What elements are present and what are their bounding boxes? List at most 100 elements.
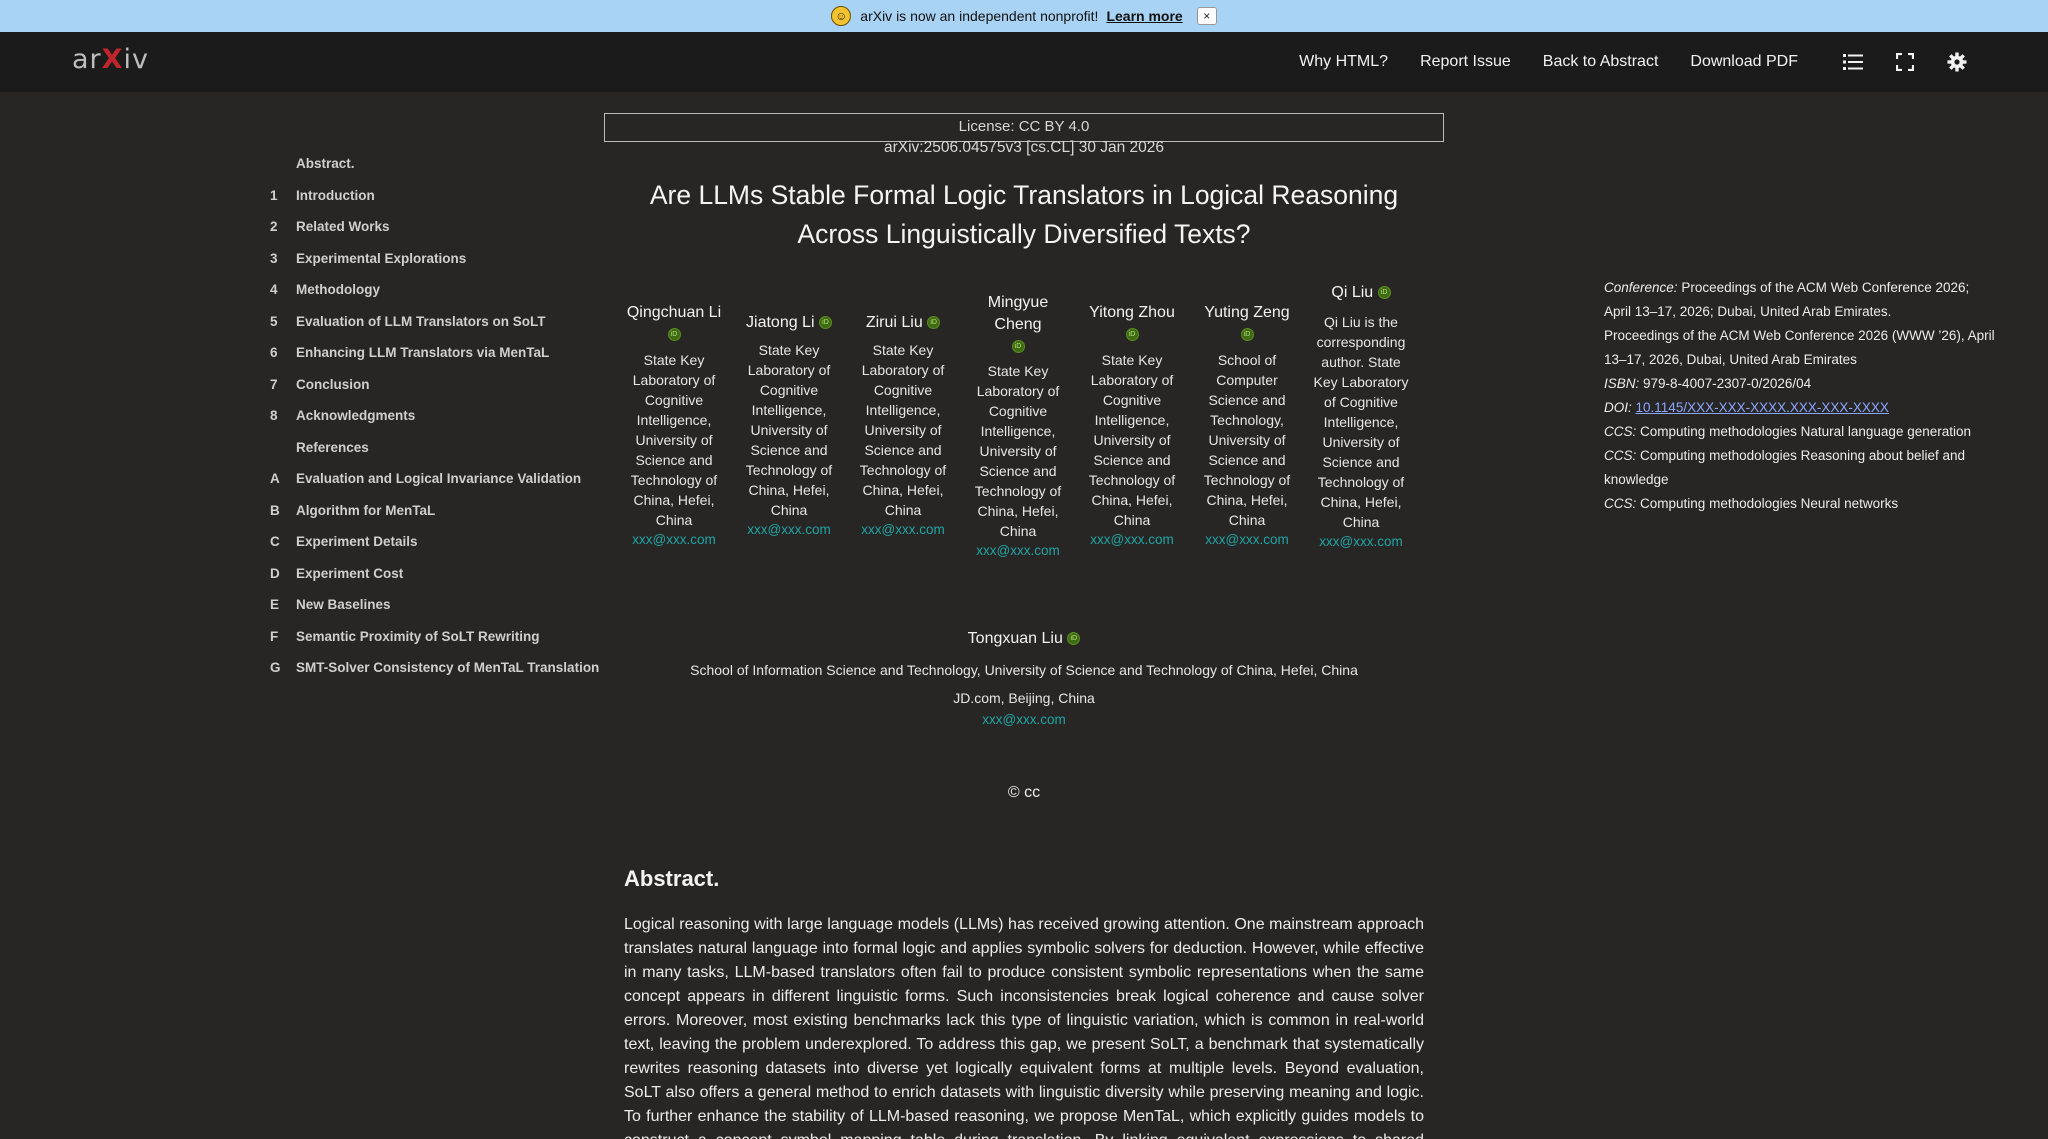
author-email[interactable]: xxx@xxx.com bbox=[1311, 532, 1411, 552]
toc-number: 5 bbox=[270, 313, 278, 329]
toc-item[interactable]: E New Baselines bbox=[270, 597, 600, 629]
toc-item[interactable]: Abstract. bbox=[270, 156, 600, 188]
orcid-icon[interactable]: iD bbox=[818, 316, 832, 330]
author-email[interactable]: xxx@xxx.com bbox=[853, 520, 953, 540]
abstract-heading: Abstract. bbox=[624, 866, 720, 891]
arxiv-logo[interactable]: arXiv bbox=[72, 44, 149, 80]
author-name: Qi Liu bbox=[1331, 284, 1374, 301]
author-card: Jiatong Li iD State Key Laboratory of Co… bbox=[739, 312, 839, 540]
toc-label: Algorithm for MenTaL bbox=[296, 502, 436, 518]
toc-item[interactable]: F Semantic Proximity of SoLT Rewriting bbox=[270, 629, 600, 661]
author-email[interactable]: xxx@xxx.com bbox=[739, 520, 839, 540]
author-affiliation: State Key Laboratory of Cognitive Intell… bbox=[630, 351, 718, 528]
copyright: © cc bbox=[1007, 784, 1041, 801]
orcid-icon[interactable]: iD bbox=[667, 328, 681, 342]
why-html-link[interactable]: Why HTML? bbox=[1299, 53, 1388, 71]
doi-link[interactable]: 10.1145/XXX-XXX-XXXX.XXX-XXX-XXXX bbox=[1636, 400, 1889, 415]
metadata-row: CCS: Computing methodologies Reasoning a… bbox=[1604, 444, 1998, 492]
toc-number: 8 bbox=[270, 408, 278, 423]
learn-more-link[interactable]: Learn more bbox=[1106, 8, 1182, 24]
author-card: Zirui Liu iD State Key Laboratory of Cog… bbox=[853, 312, 953, 540]
toc-number: 1 bbox=[270, 187, 278, 203]
toc-label: Experiment Cost bbox=[296, 565, 404, 581]
toc-number: 6 bbox=[270, 345, 278, 360]
toc-number: D bbox=[270, 565, 280, 581]
author-affiliation: School of Computer Science and Technolog… bbox=[1203, 351, 1291, 528]
author-email[interactable]: xxx@xxx.com bbox=[1197, 530, 1297, 550]
toc-number: A bbox=[270, 471, 280, 486]
author-card: Yitong Zhou iD State Key Laboratory of C… bbox=[1082, 302, 1182, 550]
site-header: arXiv Why HTML? Report Issue Back to Abs… bbox=[0, 32, 2048, 92]
orcid-icon[interactable]: iD bbox=[1240, 328, 1254, 342]
author-card: Qi Liu iD Qi Liu is the corresponding au… bbox=[1311, 282, 1411, 552]
toc-item[interactable]: 4 Methodology bbox=[270, 282, 600, 314]
metadata-key: DOI: bbox=[1604, 400, 1632, 415]
close-banner-button[interactable]: × bbox=[1196, 7, 1217, 25]
author-affiliation: State Key Laboratory of Cognitive Intell… bbox=[745, 341, 833, 518]
toc-item[interactable]: References bbox=[270, 440, 600, 472]
orcid-icon[interactable]: iD bbox=[1377, 286, 1391, 300]
orcid-icon[interactable]: iD bbox=[1125, 328, 1139, 342]
toc-item[interactable]: D Experiment Cost bbox=[270, 566, 600, 598]
author-name: Yuting Zeng bbox=[1204, 304, 1290, 321]
author-card: Yuting Zeng iD School of Computer Scienc… bbox=[1197, 302, 1297, 550]
metadata-row: DOI: 10.1145/XXX-XXX-XXXX.XXX-XXX-XXXX bbox=[1604, 396, 1998, 420]
author-affiliation: State Key Laboratory of Cognitive Intell… bbox=[974, 363, 1062, 539]
report-issue-link[interactable]: Report Issue bbox=[1420, 53, 1511, 71]
author-email[interactable]: xxx@xxx.com bbox=[640, 712, 1408, 728]
toc-item[interactable]: 2 Related Works bbox=[270, 219, 600, 251]
toc-item[interactable]: 3 Experimental Explorations bbox=[270, 251, 600, 283]
settings-gear-icon[interactable] bbox=[1946, 51, 1968, 73]
author-email[interactable]: xxx@xxx.com bbox=[968, 541, 1068, 561]
metadata-row: CCS: Computing methodologies Neural netw… bbox=[1604, 492, 1998, 516]
toc-label: Experimental Explorations bbox=[296, 250, 467, 266]
orcid-icon[interactable]: iD bbox=[927, 316, 941, 330]
orcid-icon[interactable]: iD bbox=[1011, 339, 1025, 353]
toc-item[interactable]: 6 Enhancing LLM Translators via MenTaL bbox=[270, 345, 600, 377]
banner-text: arXiv is now an independent nonprofit! bbox=[860, 8, 1099, 24]
toc-label: Semantic Proximity of SoLT Rewriting bbox=[296, 628, 540, 644]
toc-item[interactable]: 8 Acknowledgments bbox=[270, 408, 600, 440]
author-email[interactable]: xxx@xxx.com bbox=[1082, 530, 1182, 550]
metadata-row: Conference: Proceedings of the ACM Web C… bbox=[1604, 276, 1998, 324]
metadata-value: Proceedings of the ACM Web Conference 20… bbox=[1604, 328, 1995, 367]
toc-label: Enhancing LLM Translators via MenTaL bbox=[296, 345, 550, 360]
paper-title: Are LLMs Stable Formal Logic Translators… bbox=[649, 180, 1399, 249]
header-icons bbox=[1842, 32, 1968, 92]
toc-label: SMT-Solver Consistency of MenTaL Transla… bbox=[296, 660, 600, 675]
toc-number: C bbox=[270, 534, 280, 549]
metadata-row: Proceedings of the ACM Web Conference 20… bbox=[1604, 324, 1998, 372]
toc-item[interactable]: 5 Evaluation of LLM Translators on SoLT bbox=[270, 314, 600, 346]
download-pdf-link[interactable]: Download PDF bbox=[1690, 53, 1798, 71]
toc-item[interactable]: 7 Conclusion bbox=[270, 377, 600, 409]
toc-number: 3 bbox=[270, 250, 278, 266]
toc-item[interactable]: C Experiment Details bbox=[270, 534, 600, 566]
metadata-key: ISBN: bbox=[1604, 376, 1640, 391]
author-affiliation: JD.com, Beijing, China bbox=[953, 690, 1095, 706]
metadata-key: CCS: bbox=[1604, 496, 1637, 511]
toc-number: 4 bbox=[270, 282, 278, 297]
toc-number: E bbox=[270, 597, 280, 612]
toc-item[interactable]: G SMT-Solver Consistency of MenTaL Transl… bbox=[270, 660, 600, 692]
author-email[interactable]: xxx@xxx.com bbox=[624, 530, 724, 550]
author-card: Qingchuan Li iD State Key Laboratory of … bbox=[624, 302, 724, 550]
header-nav: Why HTML? Report Issue Back to Abstract … bbox=[1299, 32, 1798, 92]
author-affiliation: School of Information Science and Techno… bbox=[690, 662, 1358, 678]
author-card: Mingyue Cheng iD State Key Laboratory of… bbox=[968, 292, 1068, 561]
license-box[interactable]: License: CC BY 4.0 bbox=[604, 113, 1444, 142]
author-affiliation: Qi Liu is the corresponding author. Stat… bbox=[1313, 313, 1409, 530]
last-author: Tongxuan Liu iD School of Information Sc… bbox=[640, 626, 1408, 728]
toc-label: Conclusion bbox=[296, 376, 370, 392]
metadata-row: ISBN: 979-8-4007-2307-0/2026/04 bbox=[1604, 372, 1998, 396]
back-to-abstract-link[interactable]: Back to Abstract bbox=[1543, 53, 1659, 71]
toc-item[interactable]: 1 Introduction bbox=[270, 188, 600, 220]
toc-item[interactable]: B Algorithm for MenTaL bbox=[270, 503, 600, 535]
author-affiliation: State Key Laboratory of Cognitive Intell… bbox=[859, 341, 947, 518]
toc-label: New Baselines bbox=[296, 597, 391, 612]
orcid-icon[interactable]: iD bbox=[1067, 632, 1081, 646]
author-name: Yitong Zhou bbox=[1089, 304, 1175, 321]
toc-label: Acknowledgments bbox=[296, 408, 416, 423]
toc-item[interactable]: A Evaluation and Logical Invariance Valid… bbox=[270, 471, 600, 503]
list-icon[interactable] bbox=[1842, 51, 1864, 73]
fullscreen-icon[interactable] bbox=[1894, 51, 1916, 73]
